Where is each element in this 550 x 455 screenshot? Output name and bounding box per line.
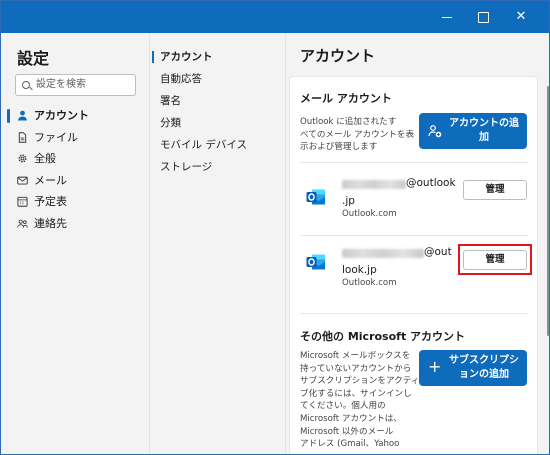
account-provider: Outlook.com: [342, 209, 397, 219]
account-provider: Outlook.com: [342, 278, 397, 288]
email-redacted: [342, 249, 424, 258]
nav-item-calendar[interactable]: 予定表: [1, 191, 149, 213]
gear-icon: [18, 154, 27, 163]
submenu-item-categories[interactable]: 分類: [150, 112, 286, 134]
divider: [300, 162, 528, 163]
submenu-item-auto-reply[interactable]: 自動応答: [150, 68, 286, 90]
email-redacted: [342, 180, 406, 189]
account-row-1: @outlook .jp Outlook.com 管理: [300, 175, 528, 223]
submenu-item-mobile-devices[interactable]: モバイル デバイス: [150, 134, 286, 156]
submenu-item-signature[interactable]: 署名: [150, 90, 286, 112]
settings-nav-list: アカウント ファイル 全般 メール 予定表 連絡先: [1, 105, 149, 235]
plus-icon: +: [428, 357, 442, 376]
mail-icon: [17, 176, 28, 185]
divider: [300, 235, 528, 236]
search-icon: [22, 81, 30, 89]
nav-item-general[interactable]: 全般: [1, 148, 149, 170]
manage-button-1[interactable]: 管理: [463, 180, 527, 200]
mail-accounts-title: メール アカウント: [300, 92, 392, 105]
highlight-frame: [458, 244, 532, 275]
contacts-icon: [17, 219, 28, 228]
account-row-2: @out look.jp Outlook.com 管理: [300, 240, 532, 288]
file-icon: [18, 131, 27, 143]
settings-title: 設定: [17, 49, 50, 68]
settings-search-input[interactable]: 設定を検索: [15, 74, 136, 96]
account-email-suffix2: .jp: [342, 195, 355, 207]
account-email-suffix2: look.jp: [342, 264, 377, 276]
settings-window: ✕ 設定 設定を検索 アカウント ファイル 全般 メール 予定表 連絡先 アカウ…: [0, 0, 550, 455]
calendar-icon: [17, 197, 28, 208]
add-subscription-button[interactable]: + サブスクリプシ ョンの追加: [419, 350, 527, 386]
accounts-card: メール アカウント Outlook に追加されたす べてのメール アカウントを表…: [289, 76, 538, 454]
nav-item-contacts[interactable]: 連絡先: [1, 213, 149, 235]
minimize-icon[interactable]: [429, 1, 465, 33]
add-account-button[interactable]: アカウントの追 加: [419, 113, 527, 149]
nav-item-account[interactable]: アカウント: [1, 105, 149, 127]
nav-item-mail[interactable]: メール: [1, 170, 149, 192]
account-submenu: アカウント 自動応答 署名 分類 モバイル デバイス ストレージ: [149, 33, 286, 454]
outlook-icon: [306, 189, 325, 205]
panel-title: アカウント: [300, 47, 376, 65]
outlook-icon: [306, 254, 325, 270]
other-accounts-description: Microsoft メールボックスを 持っていないアカウントから サブスクリプシ…: [300, 351, 420, 450]
account-email-suffix: @out: [424, 246, 452, 258]
other-accounts-title: その他の Microsoft アカウント: [300, 330, 466, 343]
search-placeholder: 設定を検索: [36, 79, 86, 90]
person-icon: [18, 110, 27, 121]
mail-accounts-description: Outlook に追加されたす べてのメール アカウントを表 示および管理します: [300, 117, 415, 153]
submenu-item-account[interactable]: アカウント: [150, 46, 286, 68]
close-icon[interactable]: ✕: [503, 1, 539, 33]
settings-nav: 設定 設定を検索 アカウント ファイル 全般 メール 予定表 連絡先: [1, 33, 149, 454]
submenu-item-storage[interactable]: ストレージ: [150, 156, 286, 178]
maximize-icon[interactable]: [465, 1, 501, 33]
divider: [300, 313, 528, 314]
submenu-list: アカウント 自動応答 署名 分類 モバイル デバイス ストレージ: [150, 46, 286, 178]
add-account-icon: [428, 125, 442, 138]
title-bar: ✕: [1, 1, 549, 33]
account-panel: アカウント メール アカウント Outlook に追加されたす べてのメール ア…: [285, 33, 549, 454]
nav-item-file[interactable]: ファイル: [1, 127, 149, 149]
account-email-suffix: @outlook: [406, 177, 456, 189]
